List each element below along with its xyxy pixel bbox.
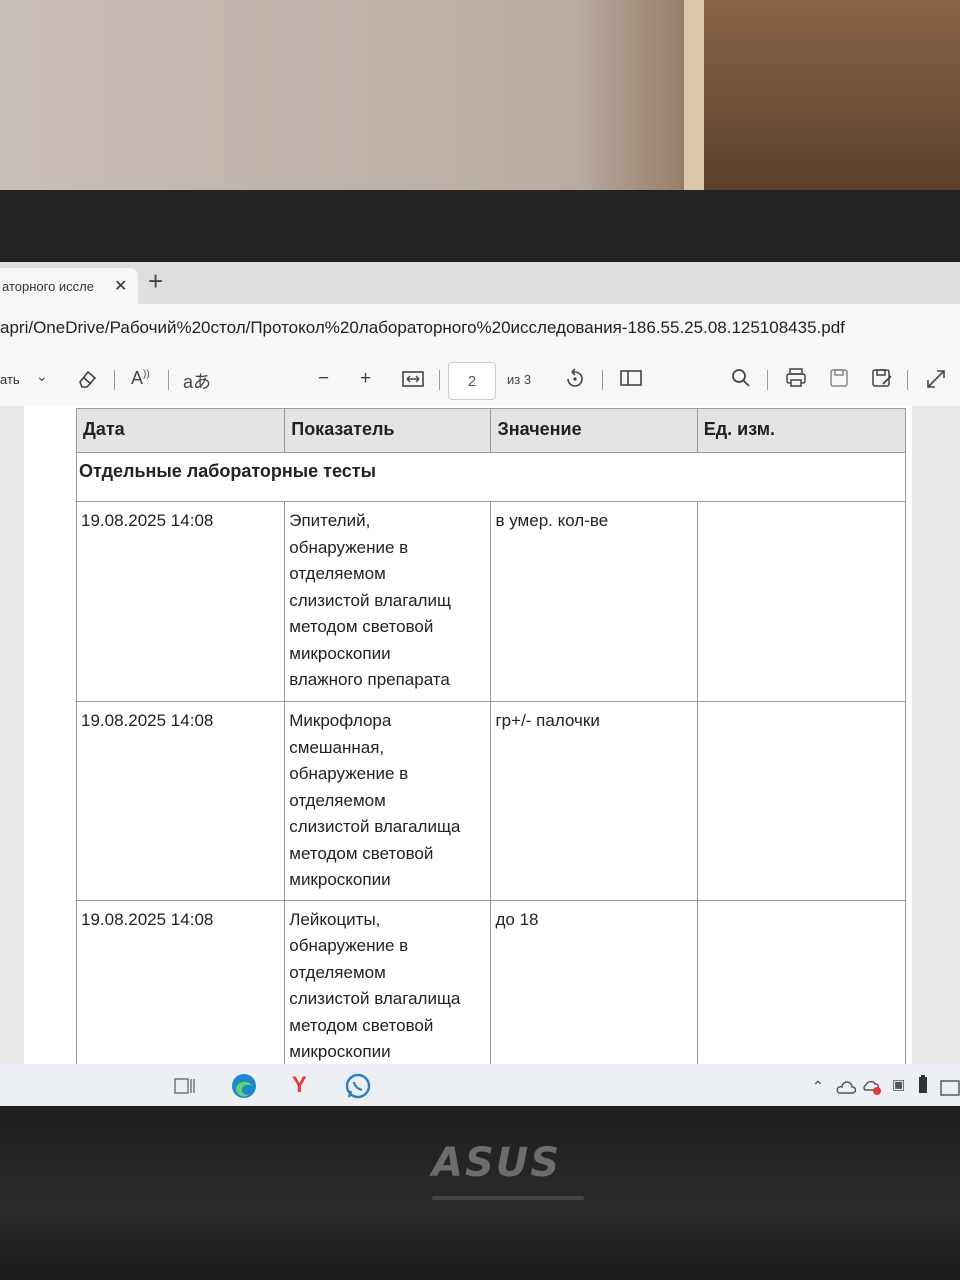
cell-indicator: Микрофлора смешанная, обнаружение в отде…	[284, 701, 492, 901]
cell-indicator: Эпителий, обнаружение в отделяемом слизи…	[284, 501, 492, 702]
section-title: Отдельные лабораторные тесты	[76, 452, 906, 502]
background-room	[0, 0, 960, 200]
browser-tab[interactable]: аторного иссле ✕	[0, 268, 138, 304]
table-row: 19.08.2025 14:08 Эпителий, обнаружение в…	[75, 501, 907, 702]
toolbar-separator	[767, 370, 768, 390]
translate-icon[interactable]: aあ	[183, 368, 211, 394]
eraser-icon[interactable]	[76, 368, 98, 396]
page-view-icon[interactable]	[619, 368, 643, 394]
chevron-down-icon[interactable]: ⌄	[36, 368, 48, 385]
tab-title: аторного иссле	[2, 278, 94, 294]
pdf-document-area[interactable]: Дата Показатель Значение Ед. изм. Отдель…	[0, 406, 960, 1108]
indicator-line: методом световой	[289, 1015, 434, 1035]
indicator-line: влажного препарата	[289, 670, 450, 689]
tray-chevron-up-icon[interactable]: ⌃	[812, 1078, 824, 1095]
cell-date: 19.08.2025 14:08	[75, 899, 286, 1073]
fullscreen-icon[interactable]	[925, 368, 947, 396]
network-icon[interactable]	[940, 1076, 960, 1102]
cell-unit	[696, 501, 907, 702]
print-icon[interactable]	[785, 368, 807, 394]
indicator-line: микроскопии	[289, 1042, 391, 1061]
rotate-icon[interactable]	[563, 368, 587, 396]
indicator-line: микроскопии	[289, 870, 391, 889]
cell-date: 19.08.2025 14:08	[75, 701, 286, 901]
search-icon[interactable]	[731, 368, 751, 394]
header-unit: Ед. изм.	[696, 408, 907, 453]
indicator-line: слизистой влагалища	[289, 817, 461, 836]
cell-indicator: Лейкоциты, обнаружение в отделяемом слиз…	[284, 899, 492, 1073]
header-date: Дата	[75, 408, 286, 453]
table-row: 19.08.2025 14:08 Лейкоциты, обнаружение …	[75, 899, 907, 1073]
background-post	[684, 0, 704, 200]
toolbar-separator	[907, 370, 908, 390]
cell-unit	[696, 899, 907, 1073]
save-as-icon[interactable]	[871, 368, 893, 394]
yandex-browser-icon[interactable]: Y	[292, 1072, 307, 1098]
read-aloud-icon[interactable]: A))	[131, 368, 150, 389]
header-value: Значение	[490, 408, 698, 453]
header-indicator: Показатель	[284, 408, 492, 453]
background-door	[704, 0, 960, 200]
indicator-line: Эпителий,	[289, 511, 371, 530]
indicator-line: отделяемом	[289, 564, 386, 583]
cell-date: 19.08.2025 14:08	[75, 501, 286, 702]
toolbar-separator	[602, 370, 603, 390]
antivirus-icon[interactable]	[862, 1076, 882, 1102]
pdf-page: Дата Показатель Значение Ед. изм. Отдель…	[24, 406, 912, 1108]
indicator-line: обнаружение в	[289, 537, 409, 557]
close-tab-icon[interactable]: ✕	[114, 276, 127, 296]
laptop-hinge-line	[432, 1196, 584, 1200]
cell-value: в умер. кол-ве	[490, 501, 698, 702]
laptop-screen: аторного иссле ✕ + apri/OneDrive/Рабочий…	[0, 262, 960, 1108]
indicator-line: методом световой	[289, 617, 434, 636]
draw-label[interactable]: ать	[0, 372, 20, 387]
meet-icon[interactable]: ▣	[892, 1076, 905, 1093]
cell-value: гр+/- палочки	[490, 701, 698, 901]
tab-strip: аторного иссле ✕ +	[0, 262, 960, 304]
indicator-line: отделяемом	[289, 790, 386, 810]
toolbar-separator	[168, 370, 169, 390]
zoom-in-button[interactable]: +	[360, 368, 371, 390]
edge-browser-icon[interactable]	[230, 1072, 258, 1106]
section-row: Отдельные лабораторные тесты	[76, 452, 906, 502]
indicator-line: обнаружение в	[289, 764, 409, 783]
lab-results-table: Дата Показатель Значение Ед. изм. Отдель…	[75, 408, 907, 1073]
indicator-line: обнаружение в	[289, 936, 409, 955]
cell-unit	[696, 701, 907, 901]
windows-taskbar: Y ⌃ ▣	[0, 1064, 960, 1108]
toolbar-separator	[439, 370, 440, 390]
battery-icon[interactable]	[918, 1074, 928, 1100]
fit-page-icon[interactable]	[402, 370, 424, 394]
zoom-out-button[interactable]: −	[318, 368, 329, 390]
toolbar-separator	[114, 370, 115, 390]
laptop-bezel-bottom	[0, 1106, 960, 1280]
indicator-line: Лейкоциты,	[289, 909, 381, 929]
page-total: из 3	[507, 372, 532, 387]
whatsapp-icon[interactable]	[344, 1072, 372, 1106]
table-header-row: Дата Показатель Значение Ед. изм.	[75, 408, 907, 453]
onedrive-icon[interactable]	[836, 1076, 857, 1102]
indicator-line: слизистой влагалищ	[289, 590, 451, 610]
indicator-line: смешанная,	[289, 737, 385, 757]
new-tab-button[interactable]: +	[148, 266, 163, 297]
table-row: 19.08.2025 14:08 Микрофлора смешанная, о…	[75, 701, 907, 901]
indicator-line: слизистой влагалища	[289, 989, 461, 1008]
indicator-line: Микрофлора	[289, 711, 392, 730]
url-text[interactable]: apri/OneDrive/Рабочий%20стол/Протокол%20…	[0, 318, 845, 338]
address-bar[interactable]: apri/OneDrive/Рабочий%20стол/Протокол%20…	[0, 304, 960, 355]
pdf-toolbar: ать ⌄ A)) aあ − + 2 из 3	[0, 354, 960, 407]
page-number-input[interactable]: 2	[448, 362, 496, 400]
cell-value: до 18	[490, 899, 698, 1073]
save-icon[interactable]	[829, 368, 849, 394]
indicator-line: микроскопии	[289, 643, 391, 663]
asus-logo: ASUS	[432, 1140, 562, 1186]
indicator-line: методом световой	[289, 843, 434, 863]
indicator-line: отделяемом	[289, 962, 386, 982]
task-view-icon[interactable]	[174, 1076, 196, 1102]
laptop-bezel-top	[0, 190, 960, 270]
